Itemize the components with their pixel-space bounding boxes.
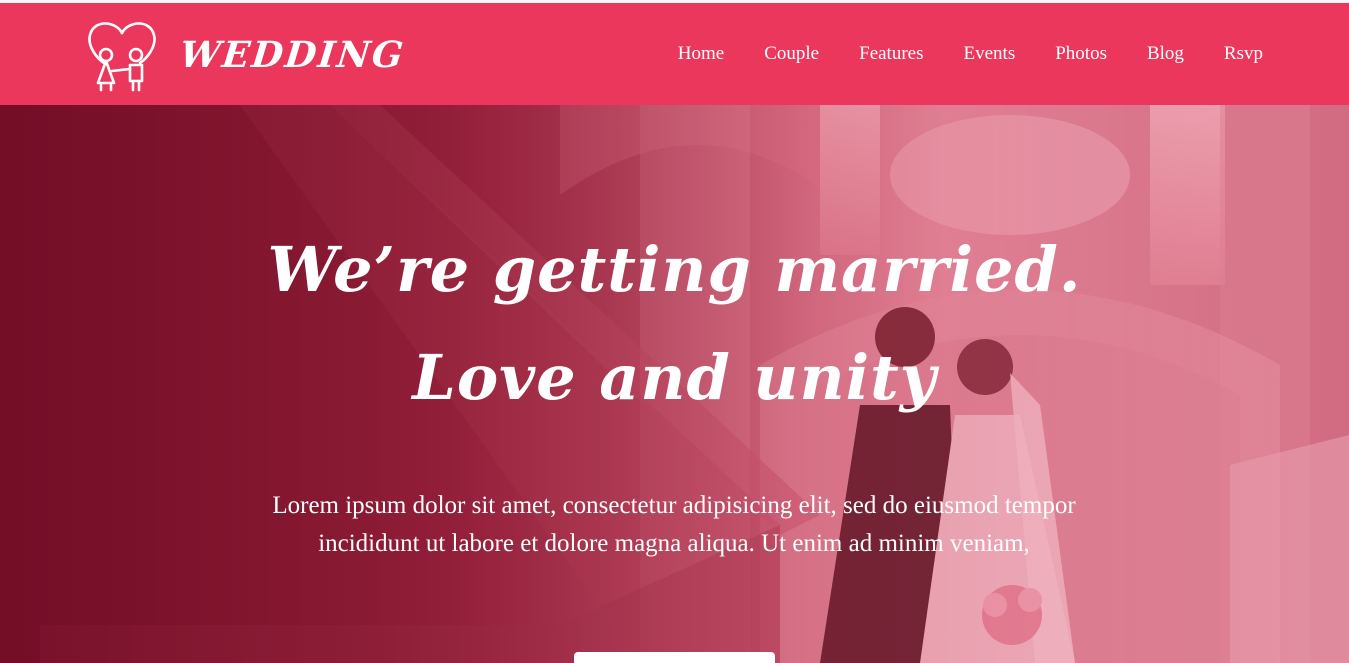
main-nav: Home Couple Features Events Photos Blog … bbox=[678, 3, 1263, 105]
logo[interactable]: WEDDING bbox=[84, 17, 407, 93]
hero-description: Lorem ipsum dolor sit amet, consectetur … bbox=[272, 492, 1076, 557]
couple-heart-icon bbox=[88, 22, 156, 92]
hero-section: We’re getting married. Love and unity Lo… bbox=[0, 105, 1349, 663]
nav-photos[interactable]: Photos bbox=[1055, 43, 1107, 65]
hero-cta-button[interactable] bbox=[574, 652, 775, 663]
hero-title-line-2: Love and unity bbox=[412, 341, 937, 414]
nav-couple[interactable]: Couple bbox=[764, 43, 819, 65]
nav-features[interactable]: Features bbox=[859, 43, 923, 65]
site-header: WEDDING Home Couple Features Events Phot… bbox=[0, 3, 1349, 105]
nav-events[interactable]: Events bbox=[964, 43, 1016, 65]
brand-name: WEDDING bbox=[177, 34, 408, 76]
page: WEDDING Home Couple Features Events Phot… bbox=[0, 0, 1349, 663]
hero-title-line-1: We’re getting married. bbox=[267, 233, 1082, 306]
nav-rsvp[interactable]: Rsvp bbox=[1224, 43, 1263, 65]
nav-blog[interactable]: Blog bbox=[1147, 43, 1184, 65]
nav-home[interactable]: Home bbox=[678, 43, 724, 65]
